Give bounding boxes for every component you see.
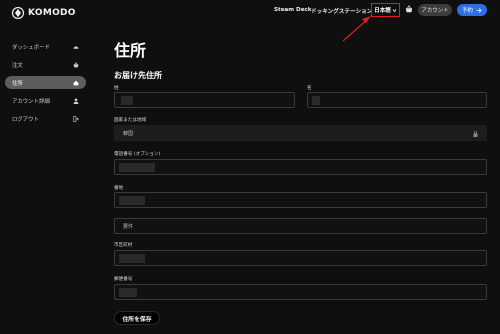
- sidebar-item-addresses[interactable]: 住所: [5, 76, 86, 89]
- apartment-field[interactable]: 要件: [114, 218, 487, 234]
- country-select[interactable]: 韓国: [114, 125, 487, 141]
- page-title: 住所: [114, 41, 147, 60]
- sidebar-item-account-details[interactable]: アカウント詳細: [5, 94, 86, 107]
- address-field[interactable]: [114, 192, 487, 208]
- redacted-value: [119, 254, 145, 263]
- speedometer-icon: [73, 45, 79, 49]
- language-label: 日本語: [374, 8, 391, 14]
- account-button[interactable]: アカウント: [418, 4, 452, 16]
- sidebar-item-logout[interactable]: ログアウト: [5, 112, 86, 125]
- basket-icon: [73, 61, 79, 67]
- section-title: お届け先住所: [114, 71, 162, 80]
- sidebar-item-label: 注文: [12, 62, 23, 69]
- first-name-label: 名: [307, 86, 312, 91]
- postal-code-label: 郵便番号: [114, 277, 133, 282]
- sidebar-item-label: ダッシュボード: [12, 44, 50, 51]
- country-value: 韓国: [123, 130, 134, 137]
- redacted-value: [312, 96, 320, 105]
- sidebar-item-dashboard[interactable]: ダッシュボード: [5, 40, 86, 53]
- country-label: 国家または地域: [114, 118, 147, 123]
- redacted-value: [121, 96, 133, 105]
- sidebar-item-label: アカウント詳細: [12, 98, 50, 105]
- postal-code-field[interactable]: [114, 284, 487, 300]
- reserve-button[interactable]: 予約: [457, 4, 487, 16]
- redacted-value: [119, 288, 137, 297]
- phone-label: 電話番号 (オプション): [114, 152, 161, 157]
- home-icon: [73, 80, 79, 85]
- sidebar-item-label: 住所: [12, 80, 23, 87]
- first-name-field[interactable]: [307, 92, 487, 108]
- komodo-logo-icon: [12, 7, 24, 19]
- brand-name: KOMODO: [28, 8, 76, 18]
- language-selector[interactable]: 日本語: [371, 3, 400, 17]
- arrow-right-icon: [476, 7, 482, 13]
- chevron-down-icon: [392, 8, 397, 12]
- address-label: 番地: [114, 186, 124, 191]
- reserve-label: 予約: [462, 8, 473, 14]
- redacted-value: [119, 163, 155, 172]
- nav-steam-deck[interactable]: Steam Deck: [274, 7, 312, 13]
- city-label: 市区町村: [114, 243, 133, 248]
- brand-logo[interactable]: KOMODO: [12, 7, 76, 19]
- cart-icon[interactable]: [405, 5, 413, 13]
- apartment-placeholder: 要件: [123, 223, 134, 230]
- save-address-button[interactable]: 住所を保存: [114, 311, 160, 325]
- last-name-field[interactable]: [114, 92, 295, 108]
- last-name-label: 姓: [114, 86, 119, 91]
- lock-icon: [473, 131, 478, 137]
- user-icon: [73, 97, 79, 104]
- redacted-value: [119, 196, 145, 205]
- logout-icon: [73, 115, 79, 122]
- sidebar-item-orders[interactable]: 注文: [5, 58, 86, 71]
- nav-docking-station[interactable]: ドッキングステーション: [311, 7, 372, 15]
- sidebar-item-label: ログアウト: [12, 116, 39, 123]
- city-field[interactable]: [114, 250, 487, 266]
- phone-field[interactable]: [114, 159, 487, 175]
